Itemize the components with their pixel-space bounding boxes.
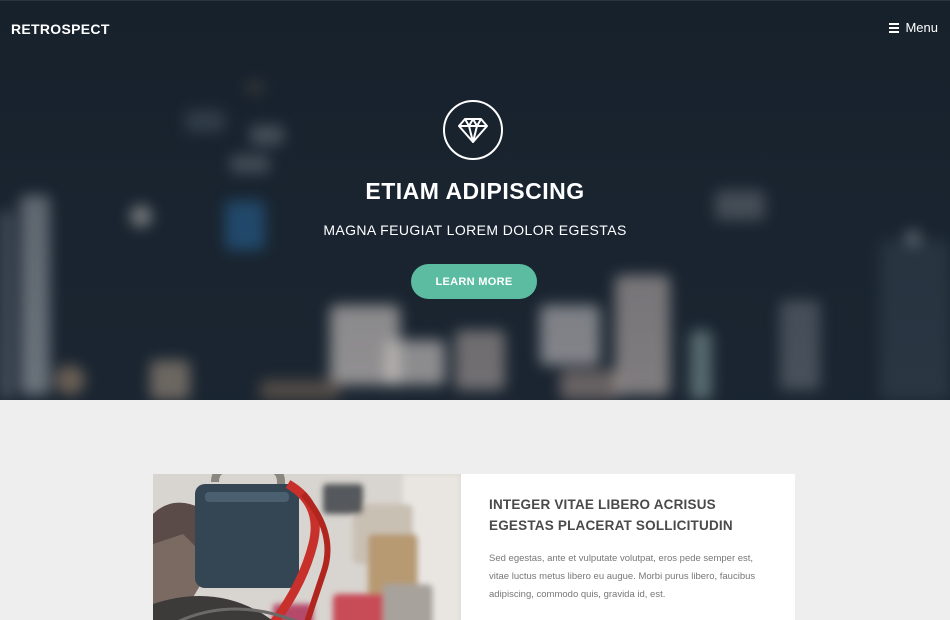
diamond-icon <box>458 118 488 143</box>
learn-more-button[interactable]: LEARN MORE <box>411 264 537 299</box>
hero-subtitle: MAGNA FEUGIAT LOREM DOLOR EGESTAS <box>323 222 627 238</box>
diamond-icon-badge <box>443 100 503 160</box>
feature-title: INTEGER VITAE LIBERO ACRISUS EGESTAS PLA… <box>489 494 769 536</box>
feature-body-line-2: vitae luctus metus libero eu augue. Morb… <box>489 571 756 582</box>
feature-description: Sed egestas, ante et vulputate volutpat,… <box>489 550 769 604</box>
hero-banner: RETROSPECT Menu ETIAM ADIPISCING MAGNA F… <box>0 0 950 400</box>
feature-body-line-1: Sed egestas, ante et vulputate volutpat,… <box>489 553 754 564</box>
feature-image <box>153 474 461 620</box>
page: RETROSPECT Menu ETIAM ADIPISCING MAGNA F… <box>0 0 950 620</box>
feature-title-line-2: EGESTAS PLACERAT SOLLICITUDIN <box>489 518 733 533</box>
hero-title: ETIAM ADIPISCING <box>365 178 585 204</box>
feature-card: INTEGER VITAE LIBERO ACRISUS EGESTAS PLA… <box>153 474 795 620</box>
hero-content: ETIAM ADIPISCING MAGNA FEUGIAT LOREM DOL… <box>0 0 950 400</box>
feature-title-line-1: INTEGER VITAE LIBERO ACRISUS <box>489 497 716 512</box>
feature-text: INTEGER VITAE LIBERO ACRISUS EGESTAS PLA… <box>489 494 769 604</box>
feature-body-line-3: adipiscing, commodo quis, gravida id, es… <box>489 589 666 600</box>
